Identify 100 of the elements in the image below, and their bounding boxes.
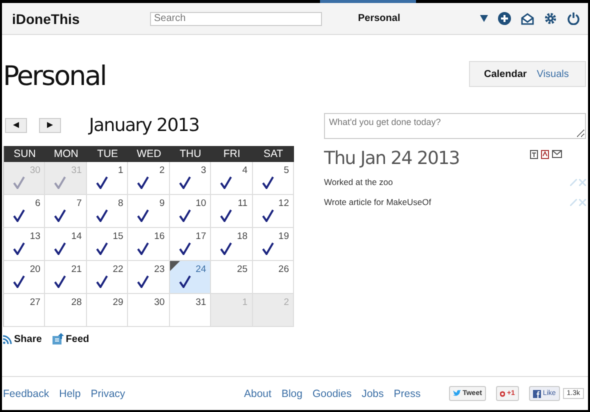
weekday-header: FRI xyxy=(211,146,253,162)
footer-link[interactable]: Blog xyxy=(281,388,302,400)
day-cell[interactable]: 29 xyxy=(86,294,128,327)
day-cell[interactable]: 9 xyxy=(128,195,170,228)
day-title: Thu Jan 24 2013 xyxy=(324,148,460,169)
footer-link[interactable]: Press xyxy=(394,388,421,400)
day-cell[interactable]: 11 xyxy=(211,195,253,228)
day-cell[interactable]: 24 xyxy=(170,261,212,294)
day-number: 18 xyxy=(236,231,248,242)
day-cell[interactable]: 26 xyxy=(252,261,294,294)
day-cell[interactable]: 27 xyxy=(4,294,46,327)
rss-icon xyxy=(3,334,12,344)
month-title: January 2013 xyxy=(89,114,200,136)
day-cell[interactable]: 23 xyxy=(128,261,170,294)
day-cell[interactable]: 10 xyxy=(170,195,212,228)
day-number: 21 xyxy=(71,264,82,275)
feed-icon xyxy=(52,333,64,345)
weekday-header: TUE xyxy=(86,146,128,162)
document-icon[interactable] xyxy=(530,150,538,159)
day-number: 10 xyxy=(196,198,206,209)
envelope-icon[interactable] xyxy=(552,150,562,158)
day-cell[interactable]: 21 xyxy=(45,261,87,294)
day-number: 7 xyxy=(76,198,82,209)
day-number: 8 xyxy=(118,198,124,209)
day-number: 13 xyxy=(30,231,40,242)
day-number: 20 xyxy=(30,264,40,275)
day-number: 27 xyxy=(30,297,40,308)
footer-link[interactable]: Help xyxy=(59,388,81,400)
day-cell[interactable]: 2 xyxy=(128,162,170,195)
day-number: 3 xyxy=(200,165,206,176)
day-number: 30 xyxy=(154,297,165,308)
day-cell[interactable]: 31 xyxy=(170,294,212,327)
day-cell[interactable]: 7 xyxy=(45,195,87,228)
footer-link[interactable]: Feedback xyxy=(3,388,50,400)
footer-link[interactable]: Jobs xyxy=(362,388,384,400)
page-title: Personal xyxy=(3,62,107,92)
add-icon[interactable] xyxy=(498,12,511,25)
weekday-header: SUN xyxy=(4,146,46,162)
feed-link[interactable]: Feed xyxy=(52,333,90,345)
day-cell[interactable]: 1 xyxy=(86,162,128,195)
day-cell[interactable]: 14 xyxy=(45,228,87,261)
pdf-icon[interactable] xyxy=(541,150,549,159)
day-number: 17 xyxy=(196,231,206,242)
day-cell[interactable]: 20 xyxy=(4,261,46,294)
day-number: 4 xyxy=(242,165,248,176)
day-number: 9 xyxy=(159,198,165,209)
previous-button[interactable] xyxy=(5,118,27,132)
envelope-icon[interactable] xyxy=(521,12,534,24)
day-number: 11 xyxy=(238,198,248,209)
weekday-header: WED xyxy=(128,146,170,162)
day-cell[interactable]: 4 xyxy=(211,162,253,195)
day-cell[interactable]: 28 xyxy=(45,294,87,327)
day-number: 16 xyxy=(154,231,165,242)
view-tab[interactable]: Calendar xyxy=(484,68,527,80)
day-number: 14 xyxy=(71,231,82,242)
day-number: 1 xyxy=(242,297,248,308)
day-cell[interactable]: 19 xyxy=(252,228,294,261)
day-number: 31 xyxy=(196,297,206,308)
day-cell[interactable]: 6 xyxy=(4,195,46,228)
day-number: 1 xyxy=(118,165,124,176)
day-cell[interactable]: 8 xyxy=(86,195,128,228)
day-number: 31 xyxy=(71,165,82,176)
team-name[interactable]: Personal xyxy=(358,13,470,24)
entry-field[interactable]: What'd you get done today? xyxy=(324,113,586,139)
weekday-header: SAT xyxy=(252,146,294,162)
day-cell[interactable]: 15 xyxy=(86,228,128,261)
footer-link[interactable]: Privacy xyxy=(90,388,126,400)
power-icon[interactable] xyxy=(567,12,580,25)
weekday-header: THU xyxy=(170,146,212,162)
settings-icon[interactable] xyxy=(544,12,557,25)
left-arrow-icon xyxy=(13,122,19,128)
day-number: 2 xyxy=(284,297,289,308)
share-link[interactable]: Share xyxy=(3,334,42,344)
day-number: 30 xyxy=(30,165,40,176)
day-number: 25 xyxy=(236,264,248,275)
day-number: 5 xyxy=(284,165,289,176)
day-cell[interactable]: 18 xyxy=(211,228,253,261)
day-number: 24 xyxy=(196,264,206,275)
day-cell[interactable]: 22 xyxy=(86,261,128,294)
day-cell[interactable]: 17 xyxy=(170,228,212,261)
day-cell[interactable]: 25 xyxy=(211,261,253,294)
day-cell[interactable]: 5 xyxy=(252,162,294,195)
day-cell[interactable]: 13 xyxy=(4,228,46,261)
logo[interactable]: iDoneThis xyxy=(12,10,150,26)
day-number: 12 xyxy=(278,198,289,209)
day-cell[interactable]: 12 xyxy=(252,195,294,228)
day-cell[interactable]: 30 xyxy=(128,294,170,327)
day-cell[interactable]: 16 xyxy=(128,228,170,261)
dropdown-icon[interactable] xyxy=(480,15,488,22)
next-button[interactable] xyxy=(39,118,61,132)
day-number: 28 xyxy=(71,297,82,308)
done-item: Wrote article for MakeUseOf xyxy=(324,197,432,207)
view-tab[interactable]: Visuals xyxy=(536,68,569,80)
day-number: 29 xyxy=(112,297,124,308)
day-number: 2 xyxy=(159,165,165,176)
weekday-header: MON xyxy=(45,146,87,162)
day-cell[interactable]: 3 xyxy=(170,162,212,195)
footer-link[interactable]: About xyxy=(244,388,272,400)
search-field[interactable]: Search xyxy=(150,12,322,26)
footer-link[interactable]: Goodies xyxy=(312,388,352,400)
